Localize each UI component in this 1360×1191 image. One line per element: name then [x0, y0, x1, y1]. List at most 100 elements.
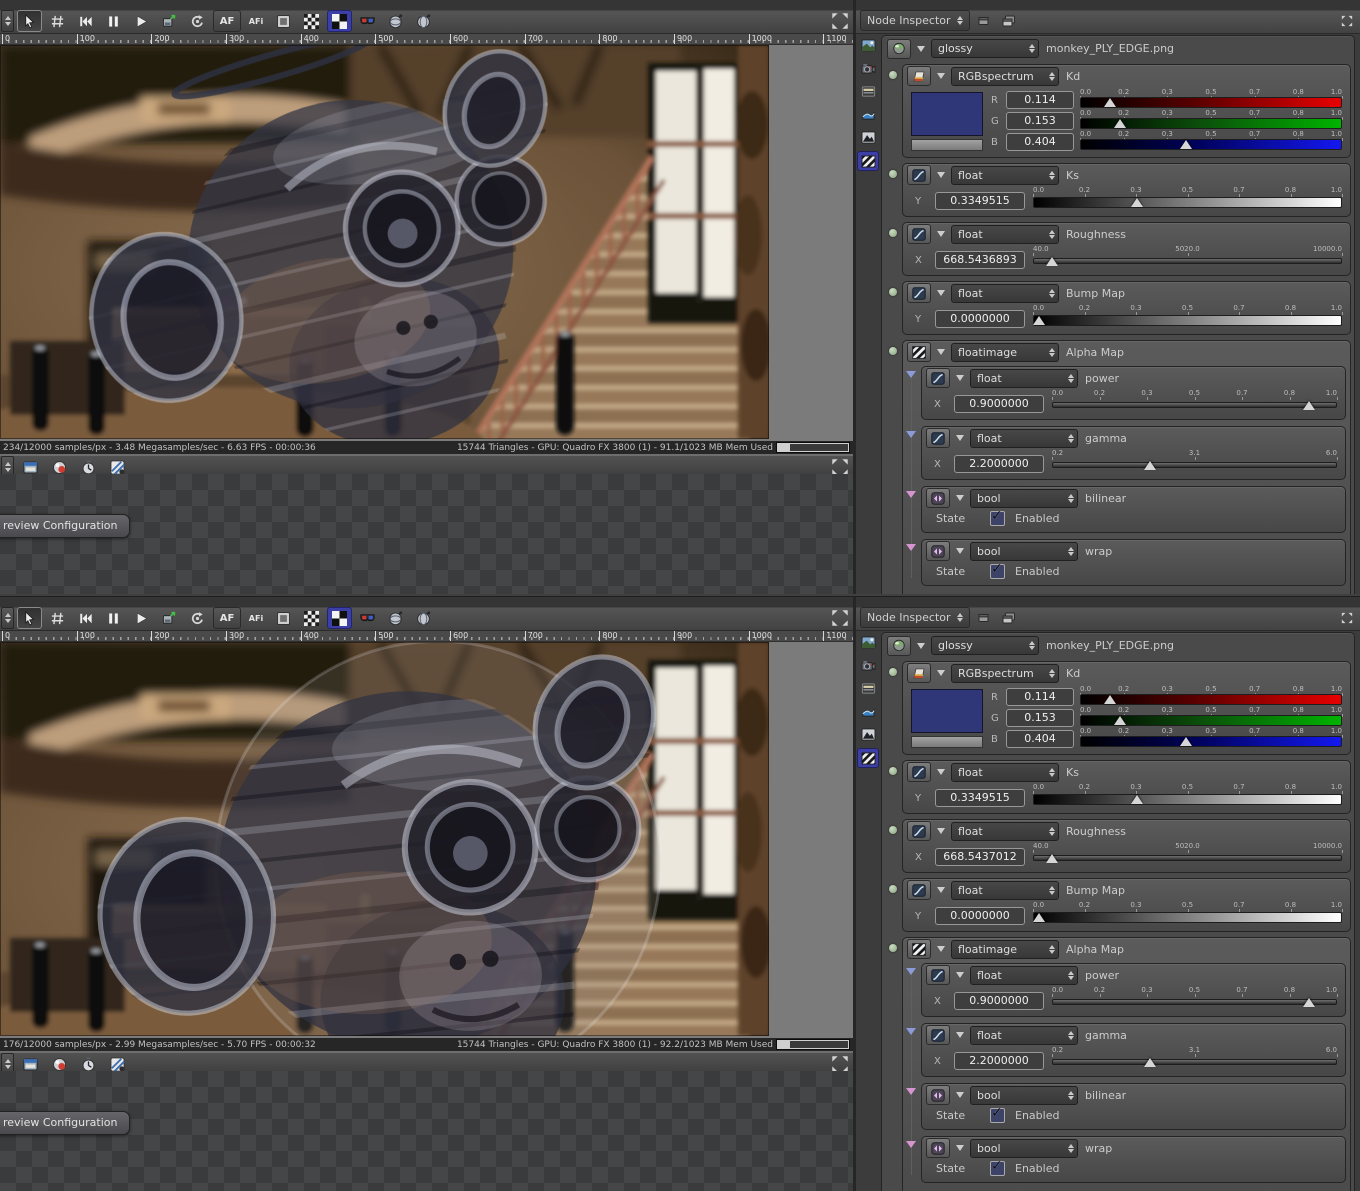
- value-slider[interactable]: 0.0 0.2 0.3 0.5 0.7 0.8 1.0: [1080, 706, 1343, 727]
- afi-button[interactable]: AFi: [244, 10, 268, 32]
- inspector-expand-button[interactable]: [1338, 610, 1356, 625]
- node-type-select[interactable]: float: [970, 1025, 1078, 1045]
- slider-track[interactable]: [1033, 855, 1342, 861]
- swatch-sub-bar[interactable]: [911, 139, 983, 151]
- play-icon[interactable]: [129, 607, 154, 629]
- curve-icon[interactable]: [926, 965, 950, 985]
- collapse-triangle-icon[interactable]: [937, 290, 945, 296]
- texture-tab-icon[interactable]: [857, 151, 879, 171]
- viewport-expand-button[interactable]: [831, 609, 849, 627]
- play-icon[interactable]: [129, 10, 154, 32]
- glossy-ball-icon[interactable]: [887, 635, 911, 656]
- select-tool-icon[interactable]: [17, 607, 42, 629]
- value-field[interactable]: 668.5437012: [935, 848, 1025, 866]
- value-slider[interactable]: 0.0 0.2 0.3 0.5 0.7 0.8 1.0: [1080, 727, 1343, 748]
- value-slider[interactable]: 0.0 0.2 0.3 0.5 0.7 0.8 1.0: [1033, 304, 1343, 328]
- value-slider[interactable]: 0.0 0.2 0.3 0.5 0.7 0.8 1.0: [1033, 186, 1343, 210]
- checkerette-icon[interactable]: [907, 342, 931, 362]
- preview-configuration-node[interactable]: review Configuration: [0, 514, 131, 538]
- anaglyph-icon[interactable]: [355, 607, 380, 629]
- slider-handle[interactable]: [1033, 913, 1045, 922]
- slider-handle[interactable]: [1114, 119, 1127, 128]
- node-inspector-title-dropdown[interactable]: Node Inspector: [860, 607, 970, 628]
- curve-icon[interactable]: [926, 428, 950, 448]
- dock-icon[interactable]: [976, 13, 994, 28]
- enabled-checkbox[interactable]: [990, 561, 1005, 579]
- slider-track[interactable]: [1033, 315, 1342, 326]
- node-type-select[interactable]: RGBspectrum: [951, 663, 1059, 683]
- value-field[interactable]: 0.0000000: [935, 310, 1025, 328]
- camera-tab-icon[interactable]: [858, 656, 878, 674]
- sphere-ccw-icon[interactable]: [411, 607, 436, 629]
- color-swatch[interactable]: [911, 92, 983, 136]
- environment-tab-icon[interactable]: [858, 702, 878, 720]
- layers-tab-icon[interactable]: [858, 82, 878, 100]
- collapse-triangle-icon[interactable]: [956, 495, 964, 501]
- curve-icon[interactable]: [907, 762, 931, 782]
- slider-track[interactable]: [1052, 999, 1337, 1005]
- node-type-select[interactable]: bool: [970, 488, 1078, 508]
- mountain-tab-icon[interactable]: [858, 725, 878, 743]
- select-spinner-icon[interactable]: [1068, 1030, 1074, 1040]
- node-type-select[interactable]: bool: [970, 541, 1078, 561]
- value-field[interactable]: 668.5436893: [935, 251, 1025, 269]
- select-spinner-icon[interactable]: [1049, 288, 1055, 298]
- node-type-select[interactable]: float: [951, 283, 1059, 303]
- glossy-ball-icon[interactable]: [887, 38, 911, 59]
- anaglyph-icon[interactable]: [355, 10, 380, 32]
- node-type-select[interactable]: floatimage: [951, 342, 1059, 362]
- preview-configuration-node[interactable]: review Configuration: [0, 1111, 131, 1135]
- slider-track[interactable]: [1080, 736, 1342, 747]
- node-type-select[interactable]: floatimage: [951, 939, 1059, 959]
- render-view[interactable]: [0, 642, 853, 1038]
- viewport-spinner[interactable]: [1, 10, 14, 32]
- select-spinner-icon[interactable]: [1068, 1090, 1074, 1100]
- curve-icon[interactable]: [926, 1025, 950, 1045]
- collapse-triangle-icon[interactable]: [917, 45, 925, 52]
- select-spinner-icon[interactable]: [1029, 44, 1035, 53]
- channel-value-field[interactable]: 0.153: [1006, 112, 1074, 130]
- enabled-checkbox[interactable]: [990, 1105, 1005, 1123]
- select-spinner-icon[interactable]: [1068, 493, 1074, 503]
- collapse-triangle-icon[interactable]: [956, 435, 964, 441]
- collapse-triangle-icon[interactable]: [956, 548, 964, 554]
- afi-button[interactable]: AFi: [244, 607, 268, 629]
- slider-handle[interactable]: [1103, 695, 1116, 704]
- channel-value-field[interactable]: 0.153: [1006, 709, 1074, 727]
- slider-track[interactable]: [1033, 794, 1342, 805]
- export-image-icon[interactable]: [157, 10, 182, 32]
- select-spinner-icon[interactable]: [1068, 1143, 1074, 1153]
- curve-icon[interactable]: [907, 821, 931, 841]
- node-type-select[interactable]: bool: [970, 1085, 1078, 1105]
- value-slider[interactable]: 0.2 3.1 6.0: [1052, 1046, 1338, 1070]
- nodegraph-canvas[interactable]: review Configuration: [0, 474, 853, 594]
- select-spinner-icon[interactable]: [1049, 71, 1055, 81]
- slider-handle[interactable]: [1144, 1058, 1157, 1067]
- slider-track[interactable]: [1052, 1059, 1337, 1065]
- region-icon[interactable]: [271, 607, 296, 629]
- select-spinner-icon[interactable]: [1049, 229, 1055, 239]
- node-type-select[interactable]: float: [951, 165, 1059, 185]
- value-slider[interactable]: 40.0 5020.0 10000.0: [1033, 245, 1343, 269]
- skip-start-icon[interactable]: [73, 10, 98, 32]
- select-spinner-icon[interactable]: [1068, 373, 1074, 383]
- float-window-icon[interactable]: [1000, 13, 1018, 28]
- select-spinner-icon[interactable]: [1049, 944, 1055, 954]
- viewport-expand-button[interactable]: [831, 12, 849, 30]
- node-type-select[interactable]: RGBspectrum: [951, 66, 1059, 86]
- collapse-triangle-icon[interactable]: [937, 349, 945, 355]
- select-spinner-icon[interactable]: [1049, 885, 1055, 895]
- select-spinner-icon[interactable]: [1068, 433, 1074, 443]
- float-window-icon[interactable]: [1000, 610, 1018, 625]
- value-field[interactable]: 0.3349515: [935, 789, 1025, 807]
- inspector-expand-button[interactable]: [1338, 13, 1356, 28]
- checker-fine-icon[interactable]: [299, 10, 324, 32]
- slider-track[interactable]: [1033, 258, 1342, 264]
- value-slider[interactable]: 0.0 0.2 0.3 0.5 0.7 0.8 1.0: [1080, 130, 1343, 151]
- channel-value-field[interactable]: 0.114: [1006, 688, 1074, 706]
- value-field[interactable]: 0.9000000: [954, 395, 1044, 413]
- slider-handle[interactable]: [1103, 98, 1116, 107]
- viewport-spinner[interactable]: [1, 607, 14, 629]
- slider-track[interactable]: [1033, 912, 1342, 923]
- texture-tab-icon[interactable]: [857, 748, 879, 768]
